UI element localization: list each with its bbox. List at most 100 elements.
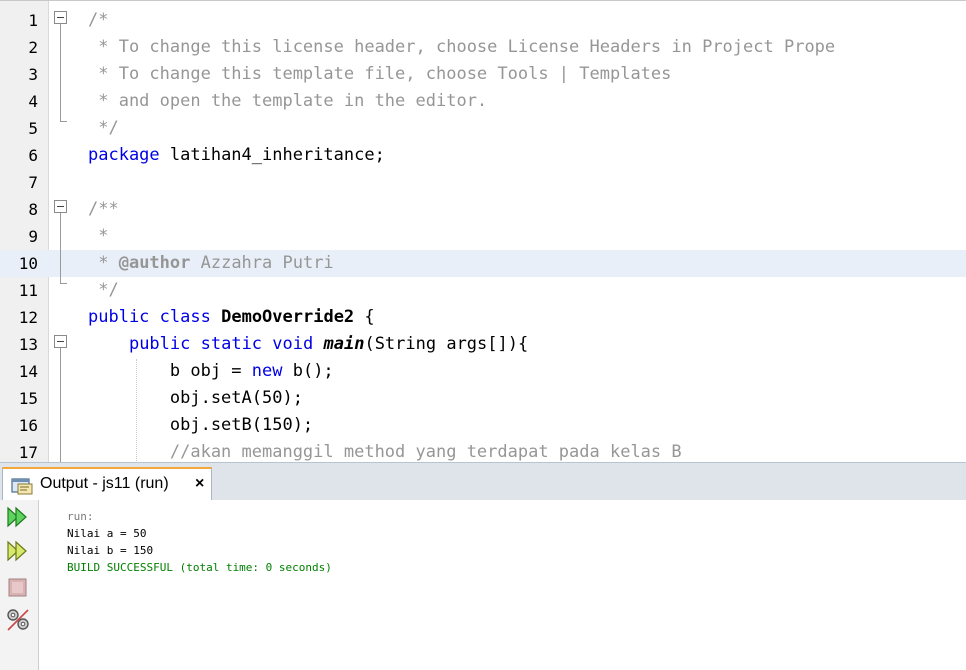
console-line: BUILD SUCCESSFUL (total time: 0 seconds) [67, 561, 332, 574]
code-token: obj.setA(50); [88, 388, 303, 408]
line-number: 17 [18, 443, 38, 462]
line-number: 4 [28, 92, 38, 111]
code-text: b obj = new b(); [88, 358, 334, 385]
line-number: 8 [28, 200, 38, 219]
code-token: public [88, 307, 150, 327]
code-text: //akan memanggil method yang terdapat pa… [88, 439, 682, 462]
code-token: * To change this license header, choose … [88, 37, 836, 57]
code-line[interactable]: 2 * To change this license header, choos… [0, 34, 966, 61]
code-line[interactable]: 7 [0, 169, 966, 196]
indent-guide [136, 359, 137, 462]
code-token: b obj = [88, 361, 252, 381]
line-number: 5 [28, 119, 38, 138]
fold-toggle-icon[interactable] [54, 11, 67, 24]
output-window-icon [11, 478, 33, 495]
code-text: obj.setB(150); [88, 412, 313, 439]
code-token: b(); [282, 361, 334, 381]
code-token: static [200, 334, 263, 354]
code-line[interactable]: 1 /* [0, 7, 966, 34]
settings-icon[interactable] [4, 606, 32, 634]
output-tab-bar: Output - js11 (run) × [0, 462, 966, 501]
code-line[interactable]: 17 //akan memanggil method yang terdapat… [0, 439, 966, 462]
line-number: 1 [28, 11, 38, 30]
line-number: 16 [18, 416, 38, 435]
code-text: * To change this license header, choose … [88, 34, 835, 61]
code-line[interactable]: 3 * To change this template file, choose… [0, 61, 966, 88]
code-line[interactable]: 15 obj.setA(50); [0, 385, 966, 412]
code-text: * @author Azzahra Putri [88, 250, 333, 277]
code-text: */ [88, 277, 119, 304]
code-text: * [88, 223, 108, 250]
code-line[interactable]: 4 * and open the template in the editor. [0, 88, 966, 115]
code-token: */ [88, 118, 119, 138]
output-tab-label: Output - js11 (run) [40, 475, 169, 492]
code-token: public [128, 334, 191, 354]
fold-toggle-icon[interactable] [54, 335, 67, 348]
output-toolbar [0, 500, 39, 670]
code-token: class [159, 307, 211, 327]
code-text: obj.setA(50); [88, 385, 303, 412]
code-line[interactable]: 11 */ [0, 277, 966, 304]
code-token: void [272, 334, 314, 354]
code-token: */ [88, 280, 119, 300]
output-panel: run: Nilai a = 50 Nilai b = 150 BUILD SUCCE… [0, 500, 966, 670]
line-number: 9 [28, 227, 38, 246]
line-number: 12 [18, 308, 38, 327]
code-token: (String args[]){ [364, 334, 529, 354]
code-text: /* [88, 7, 108, 34]
line-number: 14 [18, 362, 38, 381]
console-line: Nilai a = 50 [67, 527, 147, 540]
code-line[interactable]: 13 public static void main(String args[]… [0, 331, 966, 358]
line-number: 15 [18, 389, 38, 408]
code-text: * To change this template file, choose T… [88, 61, 671, 88]
code-token: * To change this template file, choose T… [88, 64, 672, 84]
code-token: /* [88, 10, 109, 30]
console-line: Nilai b = 150 [67, 544, 154, 557]
code-token: @author [118, 253, 191, 273]
line-number: 6 [28, 146, 38, 165]
code-line[interactable]: 5 */ [0, 115, 966, 142]
code-text: package latihan4_inheritance; [88, 142, 385, 169]
fold-toggle-icon[interactable] [54, 200, 67, 213]
code-line[interactable]: 6 package latihan4_inheritance; [0, 142, 966, 169]
code-token: main [323, 334, 365, 354]
line-number: 7 [28, 173, 38, 192]
code-line[interactable]: 9 * [0, 223, 966, 250]
fold-line [60, 348, 61, 462]
code-token: obj.setB(150); [88, 415, 314, 435]
code-token: DemoOverride2 [221, 307, 355, 327]
code-line[interactable]: 12 public class DemoOverride2 { [0, 304, 966, 331]
code-token: latihan4_inheritance; [159, 145, 385, 165]
fold-line [60, 24, 61, 120]
fold-end [60, 111, 67, 122]
code-token: * [88, 253, 119, 273]
code-token: new [251, 361, 283, 381]
code-token: package [88, 145, 160, 165]
line-number: 10 [18, 254, 38, 273]
code-line[interactable]: 8 /** [0, 196, 966, 223]
rerun-with-options-icon[interactable] [4, 538, 32, 566]
code-token: * and open the template in the editor. [88, 91, 488, 111]
output-tab[interactable]: Output - js11 (run) × [2, 467, 212, 501]
code-editor[interactable]: 1 /* 2 * To change this license header, ch… [0, 0, 966, 462]
code-text: public class DemoOverride2 { [88, 304, 375, 331]
rerun-icon[interactable] [4, 504, 32, 532]
console-line: run: [67, 510, 94, 523]
output-console[interactable]: run: Nilai a = 50 Nilai b = 150 BUILD SUCCE… [67, 508, 332, 576]
code-text: */ [88, 115, 119, 142]
code-token: /** [88, 199, 119, 219]
code-line[interactable]: 14 b obj = new b(); [0, 358, 966, 385]
code-text: * and open the template in the editor. [88, 88, 487, 115]
code-token: { [354, 307, 375, 327]
stop-icon[interactable] [4, 574, 32, 602]
close-icon[interactable]: × [195, 475, 204, 493]
code-token: * [88, 226, 109, 246]
line-number: 2 [28, 38, 38, 57]
code-line[interactable]: 16 obj.setB(150); [0, 412, 966, 439]
code-line[interactable]: 10 * @author Azzahra Putri [0, 250, 966, 277]
